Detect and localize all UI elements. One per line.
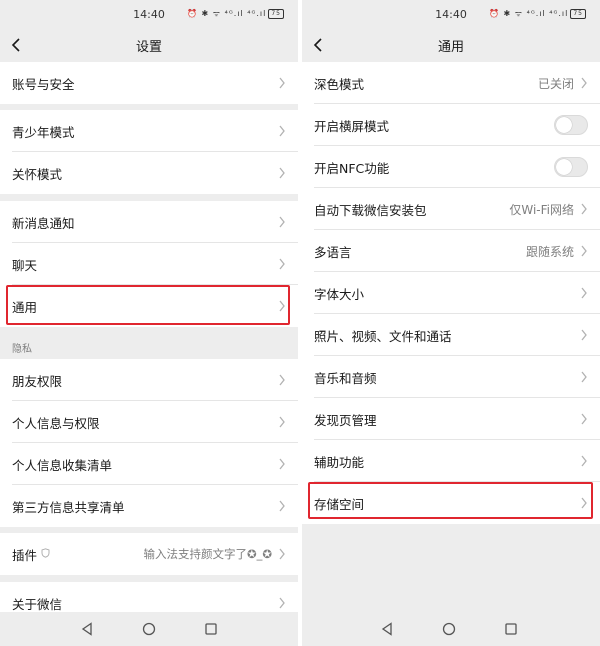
chevron-right-icon: [279, 597, 285, 609]
settings-item-label: 关于微信: [12, 596, 63, 612]
shield-icon: [41, 547, 50, 561]
page-title: 通用: [437, 40, 464, 55]
battery-icon: 75: [268, 8, 284, 19]
settings-item-label: 发现页管理: [314, 412, 377, 428]
general-item-dark-mode[interactable]: 深色模式 已关闭: [302, 62, 600, 104]
settings-item-care-mode[interactable]: 关怀模式: [0, 152, 298, 194]
battery-icon: 75: [570, 8, 586, 19]
nav-back-icon[interactable]: [80, 622, 94, 636]
chevron-right-icon: [279, 416, 285, 428]
settings-item-label: 开启横屏模式: [314, 118, 390, 134]
language-value: 跟随系统: [525, 244, 574, 259]
settings-item-label: 聊天: [12, 257, 38, 273]
chevron-right-icon: [279, 458, 285, 470]
settings-item-label: 关怀模式: [12, 166, 63, 182]
nav-home-icon[interactable]: [142, 622, 156, 636]
general-item-language[interactable]: 多语言 跟随系统: [302, 230, 600, 272]
landscape-toggle[interactable]: [554, 115, 588, 135]
nav-bar: 设置: [0, 30, 298, 60]
settings-item-label: 通用: [12, 299, 38, 315]
settings-item-label: 音乐和音频: [314, 370, 377, 386]
settings-item-label: 开启NFC功能: [314, 160, 390, 176]
settings-item-label: 个人信息与权限: [12, 415, 100, 431]
general-item-font-size[interactable]: 字体大小: [302, 272, 600, 314]
system-nav-bar: [302, 612, 600, 646]
chevron-right-icon: [279, 300, 285, 312]
chevron-right-icon: [279, 167, 285, 179]
nav-bar: 通用: [302, 30, 600, 60]
nav-recents-icon[interactable]: [504, 622, 518, 636]
settings-item-label: 账号与安全: [12, 76, 75, 92]
general-item-nfc: 开启NFC功能: [302, 146, 600, 188]
general-item-discover[interactable]: 发现页管理: [302, 398, 600, 440]
settings-item-personal-info[interactable]: 个人信息与权限: [0, 401, 298, 443]
page-title: 设置: [135, 40, 162, 55]
settings-item-label: 青少年模式: [12, 124, 75, 140]
general-item-music[interactable]: 音乐和音频: [302, 356, 600, 398]
chevron-right-icon: [279, 216, 285, 228]
settings-item-label: 新消息通知: [12, 215, 75, 231]
auto-download-value: 仅Wi-Fi网络: [509, 202, 574, 217]
chevron-right-icon: [581, 371, 587, 383]
chevron-right-icon: [581, 455, 587, 467]
nav-recents-icon[interactable]: [204, 622, 218, 636]
status-bar: 14:40 ⏰ ✱ ᯤ ⁴ᴳ.ıl ⁴ᴳ.ıl 75: [302, 0, 600, 30]
settings-item-chat[interactable]: 聊天: [0, 243, 298, 285]
status-icons: ⏰ ✱ ᯤ ⁴ᴳ.ıl ⁴ᴳ.ıl 75: [489, 8, 586, 19]
settings-item-label: 照片、视频、文件和通话: [314, 328, 452, 344]
nav-back-icon[interactable]: [380, 622, 394, 636]
status-bar: 14:40 ⏰ ✱ ᯤ ⁴ᴳ.ıl ⁴ᴳ.ıl 75: [0, 0, 298, 30]
chevron-right-icon: [279, 125, 285, 137]
settings-item-label: 辅助功能: [314, 454, 365, 470]
general-item-storage[interactable]: 存储空间: [302, 482, 600, 524]
toggle-knob: [556, 117, 572, 133]
nfc-toggle[interactable]: [554, 157, 588, 177]
settings-item-account[interactable]: 账号与安全: [0, 62, 298, 104]
settings-item-label: 个人信息收集清单: [12, 457, 113, 473]
settings-item-label: 字体大小: [314, 286, 365, 302]
settings-item-label: 插件: [12, 547, 38, 563]
chevron-right-icon: [279, 258, 285, 270]
settings-item-general[interactable]: 通用: [0, 285, 298, 327]
settings-item-label: 朋友权限: [12, 373, 63, 389]
toggle-knob: [556, 159, 572, 175]
chevron-right-icon: [279, 374, 285, 386]
general-item-landscape: 开启横屏模式: [302, 104, 600, 146]
settings-item-friend-permissions[interactable]: 朋友权限: [0, 359, 298, 401]
section-label-privacy: 隐私: [12, 344, 32, 355]
chevron-right-icon: [279, 77, 285, 89]
chevron-right-icon: [279, 548, 285, 560]
status-icons: ⏰ ✱ ᯤ ⁴ᴳ.ıl ⁴ᴳ.ıl 75: [187, 8, 284, 19]
general-item-auto-download[interactable]: 自动下载微信安装包 仅Wi-Fi网络: [302, 188, 600, 230]
settings-item-notifications[interactable]: 新消息通知: [0, 201, 298, 243]
dark-mode-value: 已关闭: [537, 76, 574, 91]
chevron-right-icon: [279, 500, 285, 512]
chevron-right-icon: [581, 77, 587, 89]
settings-item-label: 存储空间: [314, 496, 365, 512]
chevron-right-icon: [581, 287, 587, 299]
general-settings-screen: 14:40 ⏰ ✱ ᯤ ⁴ᴳ.ıl ⁴ᴳ.ıl 75 通用 深色模式 已关闭 开…: [302, 0, 600, 646]
chevron-right-icon: [581, 329, 587, 341]
chevron-right-icon: [581, 203, 587, 215]
chevron-right-icon: [581, 245, 587, 257]
chevron-right-icon: [581, 497, 587, 509]
plugin-promo-text: 输入法支持颜文字了✪_✪: [143, 547, 272, 561]
general-item-media[interactable]: 照片、视频、文件和通话: [302, 314, 600, 356]
nav-home-icon[interactable]: [442, 622, 456, 636]
general-item-accessibility[interactable]: 辅助功能: [302, 440, 600, 482]
settings-item-teen-mode[interactable]: 青少年模式: [0, 110, 298, 152]
chevron-right-icon: [581, 413, 587, 425]
settings-item-label: 多语言: [314, 244, 352, 260]
settings-screen: 14:40 ⏰ ✱ ᯤ ⁴ᴳ.ıl ⁴ᴳ.ıl 75 设置 账号与安全 青少年模…: [0, 0, 298, 646]
system-nav-bar: [0, 612, 298, 646]
settings-item-label: 第三方信息共享清单: [12, 499, 125, 515]
settings-item-label: 深色模式: [314, 76, 365, 92]
settings-item-label: 自动下载微信安装包: [314, 202, 427, 218]
signal-icons: ⏰ ✱ ᯤ ⁴ᴳ.ıl ⁴ᴳ.ıl: [187, 9, 267, 18]
settings-item-plugins[interactable]: 插件 输入法支持颜文字了✪_✪: [0, 533, 298, 575]
settings-item-info-collection[interactable]: 个人信息收集清单: [0, 443, 298, 485]
settings-item-third-party-sharing[interactable]: 第三方信息共享清单: [0, 485, 298, 527]
signal-icons: ⏰ ✱ ᯤ ⁴ᴳ.ıl ⁴ᴳ.ıl: [489, 9, 569, 18]
